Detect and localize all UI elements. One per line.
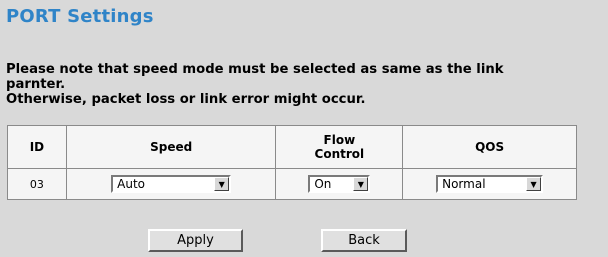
header-id: ID: [7, 125, 67, 169]
note-line-3: Otherwise, packet loss or link error mig…: [6, 92, 366, 107]
header-flow-line2: Control: [314, 147, 365, 161]
dropdown-arrow-icon[interactable]: ▼: [526, 177, 542, 191]
dropdown-arrow-icon[interactable]: ▼: [353, 177, 369, 191]
qos-cell: Normal ▼: [402, 168, 577, 200]
table-header-row: ID Speed Flow Control QOS: [7, 125, 577, 169]
apply-button[interactable]: Apply: [148, 229, 243, 252]
port-id: 03: [7, 168, 67, 200]
header-flow-control: Flow Control: [275, 125, 404, 169]
speed-select-value: Auto: [117, 177, 146, 191]
port-settings-table: ID Speed Flow Control QOS 03 Auto ▼ On ▼…: [7, 125, 577, 200]
note-line-1: Please note that speed mode must be sele…: [6, 62, 504, 77]
header-flow-line1: Flow: [323, 133, 356, 147]
speed-mode-note: Please note that speed mode must be sele…: [6, 62, 606, 107]
flow-control-select[interactable]: On ▼: [308, 175, 371, 193]
flow-control-cell: On ▼: [275, 168, 404, 200]
speed-cell: Auto ▼: [65, 168, 277, 200]
header-qos: QOS: [402, 125, 577, 169]
back-button[interactable]: Back: [321, 229, 407, 252]
qos-select-value: Normal: [442, 177, 486, 191]
dropdown-arrow-icon[interactable]: ▼: [214, 177, 230, 191]
page-title: PORT Settings: [6, 6, 154, 27]
qos-select[interactable]: Normal ▼: [436, 175, 544, 193]
header-speed: Speed: [65, 125, 277, 169]
speed-select[interactable]: Auto ▼: [111, 175, 232, 193]
note-line-2: parnter.: [6, 77, 66, 92]
table-row: 03 Auto ▼ On ▼ Normal ▼: [7, 168, 577, 200]
flow-control-select-value: On: [314, 177, 332, 191]
